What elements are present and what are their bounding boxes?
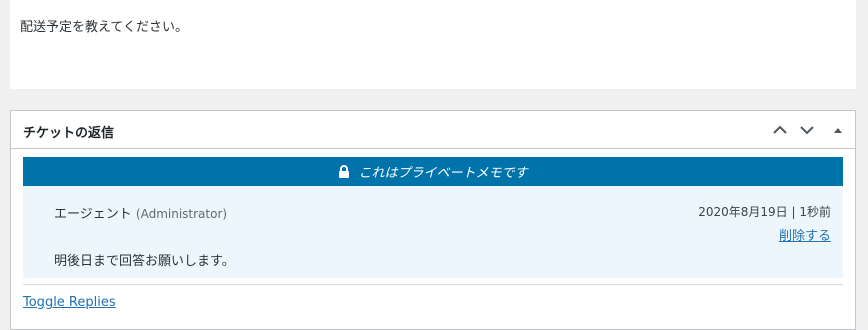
note-author-role: (Administrator) bbox=[135, 207, 228, 221]
note-date: 2020年8月19日 | 1秒前 bbox=[698, 205, 831, 219]
ticket-reply-metabox: チケットの返信 これはプライベートメモです エージェント (Administra… bbox=[10, 110, 856, 330]
toggle-replies-link[interactable]: Toggle Replies bbox=[23, 295, 116, 310]
triangle-up-icon bbox=[834, 128, 842, 133]
lock-icon bbox=[338, 164, 350, 179]
metabox-header: チケットの返信 bbox=[11, 111, 855, 149]
previous-message-card: 配送予定を教えてください。 bbox=[10, 0, 856, 89]
chevron-down-icon bbox=[800, 126, 814, 135]
move-down-button[interactable] bbox=[796, 119, 818, 141]
private-note-banner: これはプライベートメモです bbox=[23, 157, 843, 186]
chevron-up-icon bbox=[773, 125, 787, 134]
toggle-panel-button[interactable] bbox=[827, 119, 849, 141]
note-author-name: エージェント bbox=[54, 207, 132, 222]
private-note: エージェント (Administrator) 2020年8月19日 | 1秒前 … bbox=[23, 186, 843, 278]
metabox-title: チケットの返信 bbox=[23, 126, 115, 141]
previous-message-text: 配送予定を教えてください。 bbox=[20, 20, 188, 35]
divider bbox=[23, 284, 843, 285]
delete-note-link[interactable]: 削除する bbox=[779, 225, 831, 244]
note-body: 明後日まで回答お願いします。 bbox=[54, 254, 235, 269]
note-author: エージェント (Administrator) bbox=[54, 203, 227, 222]
private-note-banner-text: これはプライベートメモです bbox=[358, 166, 528, 181]
move-up-button[interactable] bbox=[769, 119, 791, 141]
